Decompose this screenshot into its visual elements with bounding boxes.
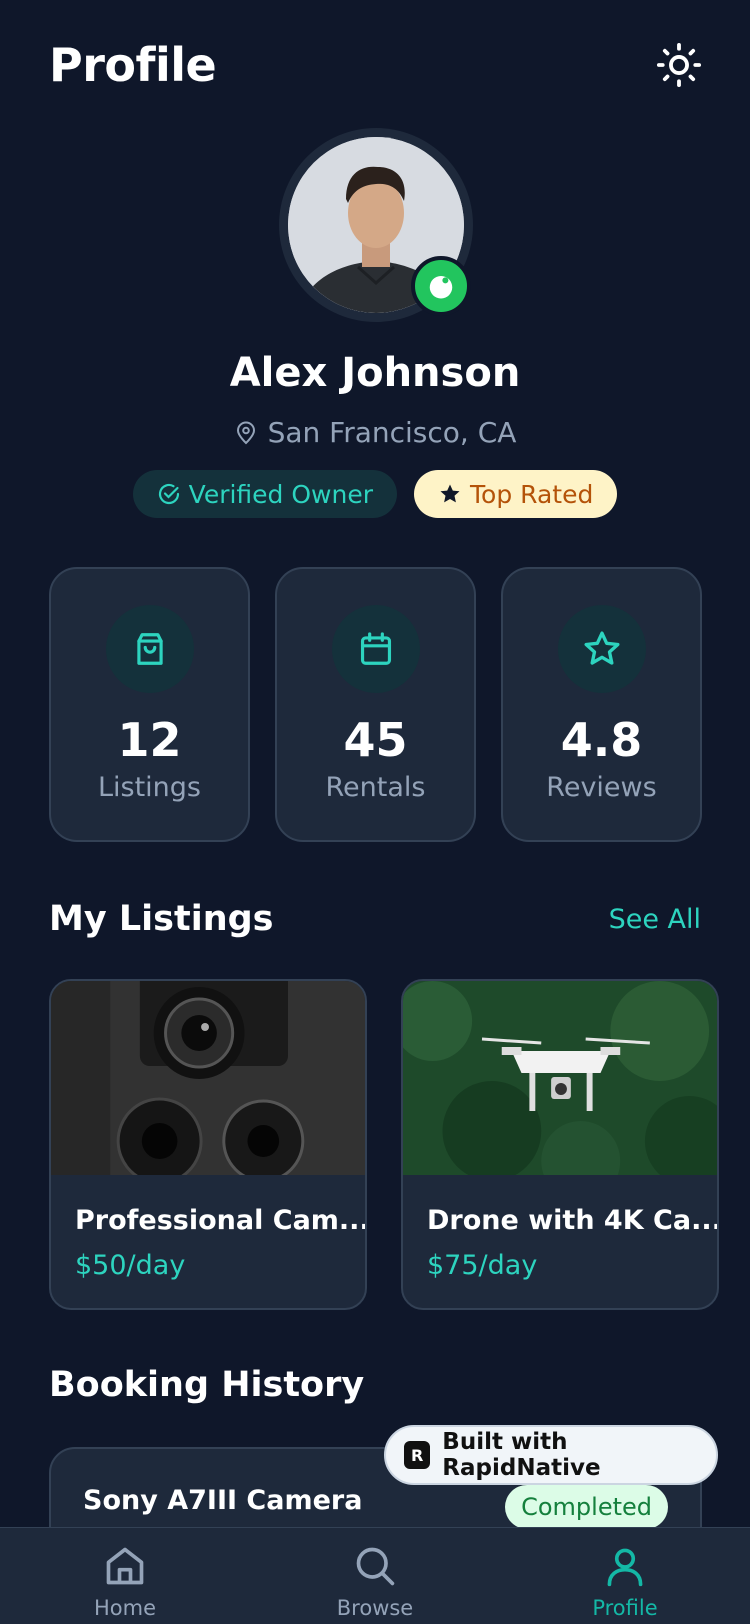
listing-title: Drone with 4K Ca... <box>427 1205 719 1236</box>
stats-row: 12 Listings 45 Rentals 4.8 Reviews <box>49 567 702 842</box>
sun-icon <box>656 42 702 88</box>
change-photo-button[interactable] <box>411 256 471 316</box>
stat-card-reviews[interactable]: 4.8 Reviews <box>501 567 702 842</box>
home-icon <box>106 1547 144 1585</box>
stat-label: Listings <box>97 771 202 803</box>
listing-title: Professional Cam... <box>75 1205 367 1236</box>
theme-toggle-button[interactable] <box>653 39 705 91</box>
listing-image-drone <box>403 981 717 1175</box>
nav-label: Browse <box>336 1596 414 1620</box>
profile-screen: Profile Alex Johnson San Francisco, CA V… <box>0 0 750 1624</box>
nav-label: Profile <box>592 1596 658 1620</box>
stat-label: Rentals <box>325 771 426 803</box>
nav-item-home[interactable]: Home <box>0 1528 250 1624</box>
location-text: San Francisco, CA <box>267 416 517 449</box>
user-name: Alex Johnson <box>229 350 521 396</box>
nav-item-profile[interactable]: Profile <box>500 1528 750 1624</box>
shopping-bag-icon <box>136 633 163 665</box>
badge-row: Verified Owner Top Rated <box>0 470 750 518</box>
verified-owner-label: Verified Owner <box>188 479 373 509</box>
top-rated-label: Top Rated <box>470 479 594 509</box>
listings-row: Professional Cam... $50/day Drone with 4… <box>49 979 719 1310</box>
stat-value: 12 <box>117 713 182 767</box>
stat-value: 45 <box>343 713 408 767</box>
stat-card-listings[interactable]: 12 Listings <box>49 567 250 842</box>
star-icon <box>584 631 619 665</box>
booking-history-title: Booking History <box>49 1365 365 1405</box>
listing-price: $50/day <box>75 1250 186 1281</box>
booking-item-name: Sony A7III Camera <box>83 1485 363 1516</box>
page-title: Profile <box>49 38 217 92</box>
search-icon <box>356 1547 395 1586</box>
listing-card[interactable]: Professional Cam... $50/day <box>49 979 367 1310</box>
bottom-nav: Home Browse Profile <box>0 1527 750 1624</box>
built-with-rapidnative-badge[interactable]: R Built with RapidNative <box>384 1425 718 1485</box>
my-listings-title: My Listings <box>49 899 274 939</box>
camera-icon <box>429 276 453 299</box>
my-listings-header: My Listings See All <box>49 893 701 945</box>
nav-label: Home <box>93 1596 156 1620</box>
stat-card-rentals[interactable]: 45 Rentals <box>275 567 476 842</box>
header: Profile <box>49 30 702 100</box>
listing-image-camera <box>51 981 365 1175</box>
top-rated-badge: Top Rated <box>414 470 618 518</box>
verified-owner-badge: Verified Owner <box>132 470 397 518</box>
listing-price: $75/day <box>427 1250 538 1281</box>
see-all-link[interactable]: See All <box>609 904 701 935</box>
stat-value: 4.8 <box>560 713 643 767</box>
check-circle-icon <box>158 483 179 505</box>
stat-label: Reviews <box>546 771 657 803</box>
user-icon <box>607 1548 643 1587</box>
built-with-label: Built with RapidNative <box>442 1429 601 1481</box>
star-filled-icon <box>440 484 460 503</box>
calendar-icon <box>360 632 391 665</box>
map-pin-icon <box>236 421 255 444</box>
nav-item-browse[interactable]: Browse <box>250 1528 500 1624</box>
status-badge: Completed <box>505 1485 668 1529</box>
listing-card[interactable]: Drone with 4K Ca... $75/day <box>401 979 719 1310</box>
rapidnative-logo-icon: R <box>404 1441 431 1469</box>
location: San Francisco, CA <box>0 416 750 449</box>
